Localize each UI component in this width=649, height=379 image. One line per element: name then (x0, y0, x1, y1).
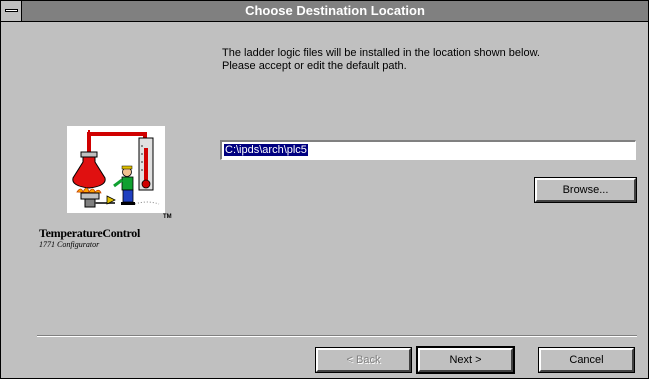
back-button-label: < Back (346, 354, 381, 366)
system-menu-icon (5, 9, 18, 12)
instructions-line-1: The ladder logic files will be installed… (222, 47, 540, 59)
next-button-label: Next > (449, 354, 482, 366)
cancel-button[interactable]: Cancel (538, 347, 635, 373)
instructions-text: The ladder logic files will be installed… (222, 47, 642, 73)
temperature-control-logo-image (67, 126, 165, 213)
cancel-button-label: Cancel (569, 354, 604, 366)
destination-path-value[interactable]: C:\ipds\arch\plc5 (224, 144, 308, 156)
footer-divider (37, 335, 637, 337)
trademark-label: TM (163, 214, 172, 220)
logo-illustration-icon (72, 130, 160, 208)
browse-button[interactable]: Browse... (534, 177, 637, 203)
title-bar: Choose Destination Location (1, 1, 648, 22)
browse-button-label: Browse... (562, 184, 609, 196)
window-title: Choose Destination Location (245, 3, 425, 18)
next-button[interactable]: Next > (416, 346, 515, 374)
product-name: TemperatureControl (39, 226, 141, 240)
destination-path-field[interactable]: C:\ipds\arch\plc5 (220, 140, 636, 160)
back-button[interactable]: < Back (315, 347, 412, 373)
setup-dialog: Choose Destination Location The ladder l… (0, 0, 649, 379)
system-menu-button[interactable] (1, 1, 22, 21)
product-subtitle: 1771 Configurator (39, 240, 100, 249)
instructions-line-2: Please accept or edit the default path. (222, 60, 407, 72)
